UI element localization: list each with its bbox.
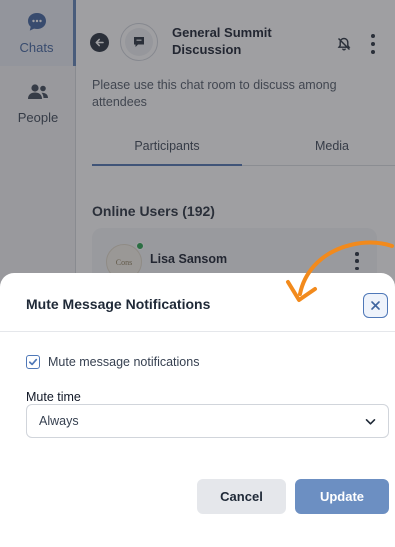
mute-time-value: Always	[39, 414, 79, 428]
close-button[interactable]	[363, 293, 388, 318]
checkmark-icon	[28, 358, 38, 366]
modal-title: Mute Message Notifications	[26, 296, 211, 312]
chevron-down-icon	[365, 419, 376, 425]
update-button[interactable]: Update	[295, 479, 389, 514]
mute-time-label: Mute time	[26, 390, 81, 404]
mute-notifications-checkbox[interactable]	[26, 355, 40, 369]
modal-divider	[0, 331, 395, 332]
mute-notifications-modal: Mute Message Notifications Mute message …	[0, 273, 395, 547]
mute-notifications-option[interactable]: Mute message notifications	[26, 355, 199, 369]
checkbox-label: Mute message notifications	[48, 355, 200, 369]
mute-time-select[interactable]: Always	[26, 404, 389, 438]
cancel-button[interactable]: Cancel	[197, 479, 286, 514]
close-icon	[371, 301, 380, 310]
